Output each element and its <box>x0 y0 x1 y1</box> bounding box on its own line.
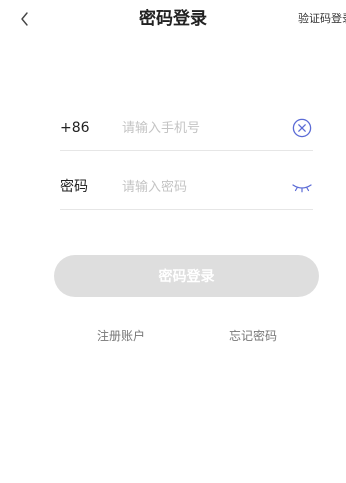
password-label: 密码 <box>60 179 88 195</box>
register-link[interactable]: 注册账户 <box>97 328 145 344</box>
login-button[interactable]: 密码登录 <box>54 255 319 297</box>
clear-circle-icon <box>292 118 312 138</box>
password-visibility-toggle[interactable] <box>291 176 313 198</box>
eye-closed-icon <box>292 184 312 193</box>
clear-button[interactable] <box>291 117 313 139</box>
password-input[interactable] <box>122 175 282 199</box>
country-code-label[interactable]: +86 <box>60 119 90 137</box>
phone-input[interactable] <box>122 116 282 140</box>
sms-login-link[interactable]: 验证码登录 <box>298 11 346 27</box>
page-title: 密码登录 <box>139 9 207 29</box>
login-screen: 密码登录 验证码登录 +86 密码 密码登录 注册账户 忘记密码 <box>0 0 346 483</box>
password-row: 密码 <box>60 164 313 210</box>
forgot-password-link[interactable]: 忘记密码 <box>229 328 277 344</box>
phone-row: +86 <box>60 105 313 151</box>
